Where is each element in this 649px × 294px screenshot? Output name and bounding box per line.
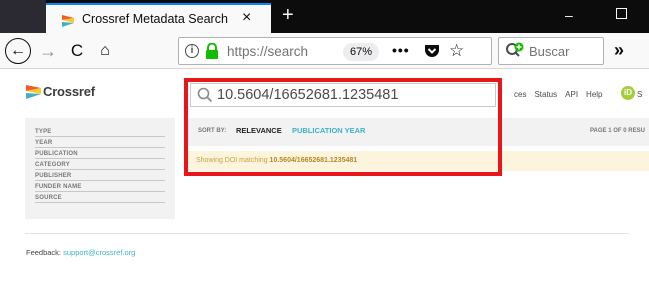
tab-title: Crossref Metadata Search	[82, 12, 228, 26]
facet-publication[interactable]: PUBLICATION	[35, 150, 165, 159]
page-actions-icon[interactable]: •••	[392, 42, 410, 58]
maximize-button[interactable]	[616, 8, 627, 19]
url-bar[interactable]: i https://search 67% ••• ☆	[178, 37, 492, 65]
orcid-icon[interactable]: iD	[621, 86, 635, 100]
pocket-icon[interactable]	[424, 43, 440, 64]
new-tab-button[interactable]: +	[282, 4, 294, 26]
toolbar-overflow-button[interactable]: »	[614, 40, 624, 61]
site-info-icon[interactable]: i	[185, 44, 199, 58]
lock-icon[interactable]	[205, 42, 219, 64]
home-button[interactable]: ⌂	[94, 39, 116, 63]
crossref-favicon-icon	[62, 14, 74, 27]
feedback-line: Feedback: support@crossref.org	[26, 248, 135, 257]
logo-text: Crossref	[43, 84, 95, 99]
browser-navbar: ← → C ⌂ i https://search 67% ••• ☆ Busca…	[0, 33, 649, 69]
feedback-email-link[interactable]: support@crossref.org	[63, 248, 135, 257]
zoom-level-badge[interactable]: 67%	[343, 43, 379, 61]
url-text[interactable]: https://search	[227, 44, 308, 59]
back-button[interactable]: ←	[5, 38, 31, 64]
minimize-button[interactable]: –	[565, 7, 573, 23]
feedback-label: Feedback:	[26, 248, 64, 257]
top-nav-links: ces Status API Help	[514, 90, 603, 99]
footer-divider	[25, 233, 629, 234]
facet-funder-name[interactable]: FUNDER NAME	[35, 183, 165, 192]
nav-link-help[interactable]: Help	[586, 90, 602, 99]
titlebar-strip	[0, 0, 46, 33]
facet-source[interactable]: SOURCE	[35, 194, 165, 203]
facet-panel: TYPE YEAR PUBLICATION CATEGORY PUBLISHER…	[25, 118, 175, 219]
red-highlight-box	[184, 78, 502, 176]
orcid-signin-text[interactable]: S	[637, 90, 642, 99]
facet-type[interactable]: TYPE	[35, 128, 165, 137]
search-engine-icon[interactable]	[505, 42, 525, 65]
facet-category[interactable]: CATEGORY	[35, 161, 165, 170]
browser-tab[interactable]: Crossref Metadata Search ×	[46, 3, 271, 33]
reload-button[interactable]: C	[66, 39, 88, 63]
crossref-logo[interactable]: Crossref	[26, 84, 95, 99]
crossref-logo-icon	[26, 84, 41, 99]
tab-close-icon[interactable]: ×	[242, 9, 251, 27]
facet-year[interactable]: YEAR	[35, 139, 165, 148]
facet-publisher[interactable]: PUBLISHER	[35, 172, 165, 181]
nav-link-api[interactable]: API	[565, 90, 578, 99]
page-info: PAGE 1 OF 0 RESU	[590, 128, 645, 134]
nav-link-services[interactable]: ces	[514, 90, 526, 99]
search-placeholder[interactable]: Buscar	[529, 44, 569, 59]
nav-link-status[interactable]: Status	[534, 90, 557, 99]
browser-search-bar[interactable]: Buscar	[498, 37, 604, 65]
forward-button[interactable]: →	[37, 39, 59, 63]
browser-titlebar: Crossref Metadata Search × + –	[0, 0, 649, 33]
bookmark-star-icon[interactable]: ☆	[449, 41, 464, 61]
